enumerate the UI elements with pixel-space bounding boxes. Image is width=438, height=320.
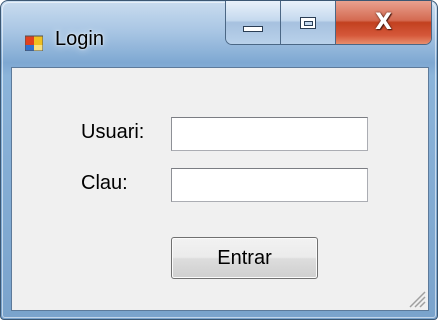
username-label: Usuari: <box>81 121 145 143</box>
password-label: Clau: <box>81 172 128 194</box>
close-icon: X <box>375 9 392 35</box>
window-title: Login <box>55 28 104 50</box>
app-icon <box>25 35 43 51</box>
title-bar[interactable]: Login X <box>1 1 437 65</box>
close-button[interactable]: X <box>336 1 431 44</box>
login-window: Login X Usuari: Clau: Entrar <box>0 0 438 320</box>
form-client-area: Usuari: Clau: Entrar <box>11 67 429 311</box>
maximize-icon <box>300 16 316 29</box>
submit-button[interactable]: Entrar <box>171 237 318 279</box>
resize-grip-icon[interactable] <box>406 288 426 308</box>
password-input[interactable] <box>171 168 368 202</box>
maximize-button[interactable] <box>281 1 336 44</box>
caption-buttons: X <box>225 1 432 45</box>
username-input[interactable] <box>171 117 368 151</box>
minimize-icon <box>243 25 263 32</box>
minimize-button[interactable] <box>226 1 281 44</box>
